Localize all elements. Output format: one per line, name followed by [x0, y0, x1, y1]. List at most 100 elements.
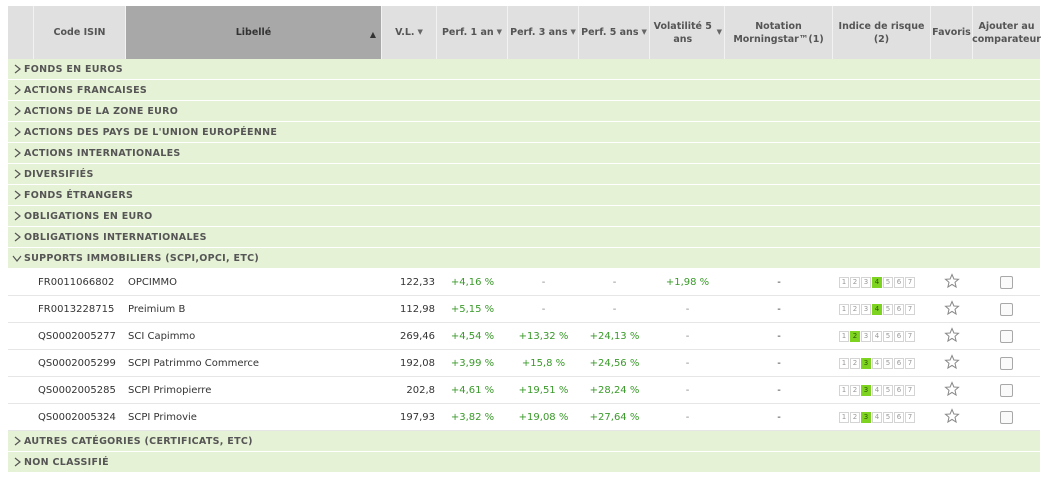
- risk-level: 6: [894, 330, 904, 342]
- row-spacer: [8, 377, 34, 403]
- header-perf3[interactable]: Perf. 3 ans ▼: [508, 6, 579, 59]
- risk-level: 7: [905, 276, 915, 288]
- star-icon[interactable]: [944, 272, 960, 292]
- risk-scale: 1234567: [839, 384, 915, 396]
- header-vl[interactable]: V.L. ▼: [382, 6, 437, 59]
- fund-name[interactable]: Preimium B: [126, 296, 382, 322]
- category-list-before: FONDS EN EUROS ACTIONS FRANCAISES ACTIONS …: [8, 59, 1040, 248]
- chevron-right-icon: [10, 232, 24, 242]
- fund-row: QS0002005324 SCPI Primovie 197,93 +3,82 % +1…: [8, 404, 1040, 431]
- category-row[interactable]: ACTIONS DE LA ZONE EURO: [8, 101, 1040, 122]
- category-row[interactable]: ACTIONS INTERNATIONALES: [8, 143, 1040, 164]
- category-row[interactable]: ACTIONS FRANCAISES: [8, 80, 1040, 101]
- fund-rating: -: [777, 330, 781, 342]
- header-spacer: [8, 6, 34, 59]
- risk-level: 1: [839, 384, 849, 396]
- header-libelle[interactable]: Libellé ▲: [126, 6, 382, 59]
- header-favorites: Favoris: [931, 6, 973, 59]
- header-perf5[interactable]: Perf. 5 ans ▼: [579, 6, 650, 59]
- fund-name[interactable]: OPCIMMO: [126, 269, 382, 295]
- star-icon[interactable]: [944, 407, 960, 427]
- fund-name[interactable]: SCI Capimmo: [126, 323, 382, 349]
- risk-level: 5: [883, 276, 893, 288]
- category-row[interactable]: OBLIGATIONS INTERNATIONALES: [8, 227, 1040, 248]
- risk-level: 1: [839, 276, 849, 288]
- compare-checkbox[interactable]: [1000, 410, 1013, 424]
- risk-level: 1: [839, 357, 849, 369]
- fund-row: QS0002005299 SCPI Patrimmo Commerce 192,08…: [8, 350, 1040, 377]
- compare-checkbox[interactable]: [1000, 356, 1013, 370]
- risk-scale: 1234567: [839, 357, 915, 369]
- risk-level: 1: [839, 303, 849, 315]
- risk-level: 3: [861, 276, 871, 288]
- risk-level: 5: [883, 303, 893, 315]
- fund-favorite-cell: [931, 296, 973, 322]
- compare-checkbox[interactable]: [1000, 383, 1013, 397]
- compare-checkbox[interactable]: [1000, 275, 1013, 289]
- category-label: SUPPORTS IMMOBILIERS (SCPI,OPCI, ETC): [24, 252, 260, 264]
- risk-level: 4: [872, 330, 882, 342]
- risk-level: 3: [861, 411, 871, 423]
- risk-level: 2: [850, 303, 860, 315]
- category-row[interactable]: FONDS EN EUROS: [8, 59, 1040, 80]
- sort-down-icon: ▼: [716, 28, 722, 36]
- fund-name[interactable]: SCPI Primovie: [126, 404, 382, 430]
- category-row[interactable]: DIVERSIFIÉS: [8, 164, 1040, 185]
- header-risk[interactable]: Indice de risque (2): [833, 6, 931, 59]
- risk-level: 5: [883, 330, 893, 342]
- fund-favorite-cell: [931, 404, 973, 430]
- risk-level: 6: [894, 303, 904, 315]
- fund-volatility: -: [685, 330, 690, 342]
- category-label: ACTIONS INTERNATIONALES: [24, 147, 181, 159]
- star-icon[interactable]: [944, 380, 960, 400]
- category-label: DIVERSIFIÉS: [24, 168, 94, 180]
- header-rating[interactable]: Notation Morningstar™(1): [725, 6, 833, 59]
- sort-ascending-icon: ▲: [369, 30, 376, 39]
- category-row[interactable]: ACTIONS DES PAYS DE L'UNION EUROPÉENNE: [8, 122, 1040, 143]
- fund-perf-1y: +4,61 %: [450, 384, 495, 396]
- category-label: FONDS EN EUROS: [24, 63, 123, 75]
- header-libelle-label: Libellé: [235, 27, 272, 38]
- fund-row: QS0002005285 SCPI Primopierre 202,8 +4,61 %…: [8, 377, 1040, 404]
- category-row-expanded[interactable]: SUPPORTS IMMOBILIERS (SCPI,OPCI, ETC): [8, 248, 1040, 269]
- fund-perf-5y: +24,13 %: [589, 330, 640, 342]
- risk-scale: 1234567: [839, 303, 915, 315]
- header-isin[interactable]: Code ISIN: [34, 6, 126, 59]
- risk-level: 7: [905, 357, 915, 369]
- header-compare: Ajouter au comparateur: [972, 6, 1041, 59]
- header-volatility-label: Volatilité 5 ans: [653, 20, 712, 45]
- fund-compare-cell: [973, 404, 1040, 430]
- chevron-down-icon: [10, 255, 24, 262]
- fund-volatility: +1,98 %: [665, 276, 710, 288]
- category-row[interactable]: OBLIGATIONS EN EURO: [8, 206, 1040, 227]
- fund-compare-cell: [973, 377, 1040, 403]
- star-icon[interactable]: [944, 353, 960, 373]
- fund-isin: QS0002005277: [38, 330, 116, 342]
- chevron-right-icon: [10, 127, 24, 137]
- category-row[interactable]: NON CLASSIFIÉ: [8, 452, 1040, 473]
- chevron-right-icon: [10, 211, 24, 221]
- sort-down-icon: ▼: [496, 28, 503, 36]
- category-label: OBLIGATIONS INTERNATIONALES: [24, 231, 207, 243]
- risk-level: 2: [850, 384, 860, 396]
- category-list-after: AUTRES CATÉGORIES (CERTIFICATS, ETC) NON …: [8, 431, 1040, 473]
- sort-down-icon: ▼: [417, 28, 423, 36]
- fund-row: FR0013228715 Preimium B 112,98 +5,15 % - - - - 1…: [8, 296, 1040, 323]
- category-row[interactable]: AUTRES CATÉGORIES (CERTIFICATS, ETC): [8, 431, 1040, 452]
- fund-row: FR0011066802 OPCIMMO 122,33 +4,16 % - - +1,98 …: [8, 269, 1040, 296]
- star-icon[interactable]: [944, 299, 960, 319]
- fund-risk-cell: 1234567: [833, 323, 931, 349]
- chevron-right-icon: [10, 106, 24, 116]
- compare-checkbox[interactable]: [1000, 302, 1013, 316]
- fund-name[interactable]: SCPI Primopierre: [126, 377, 382, 403]
- fund-favorite-cell: [931, 377, 973, 403]
- risk-level: 1: [839, 330, 849, 342]
- fund-perf-1y: +3,82 %: [450, 411, 495, 423]
- fund-name[interactable]: SCPI Patrimmo Commerce: [126, 350, 382, 376]
- header-perf1[interactable]: Perf. 1 an ▼: [437, 6, 508, 59]
- star-icon[interactable]: [944, 326, 960, 346]
- compare-checkbox[interactable]: [1000, 329, 1013, 343]
- header-risk-label: Indice de risque (2): [838, 20, 925, 45]
- category-row[interactable]: FONDS ÉTRANGERS: [8, 185, 1040, 206]
- header-volatility[interactable]: Volatilité 5 ans ▼: [650, 6, 725, 59]
